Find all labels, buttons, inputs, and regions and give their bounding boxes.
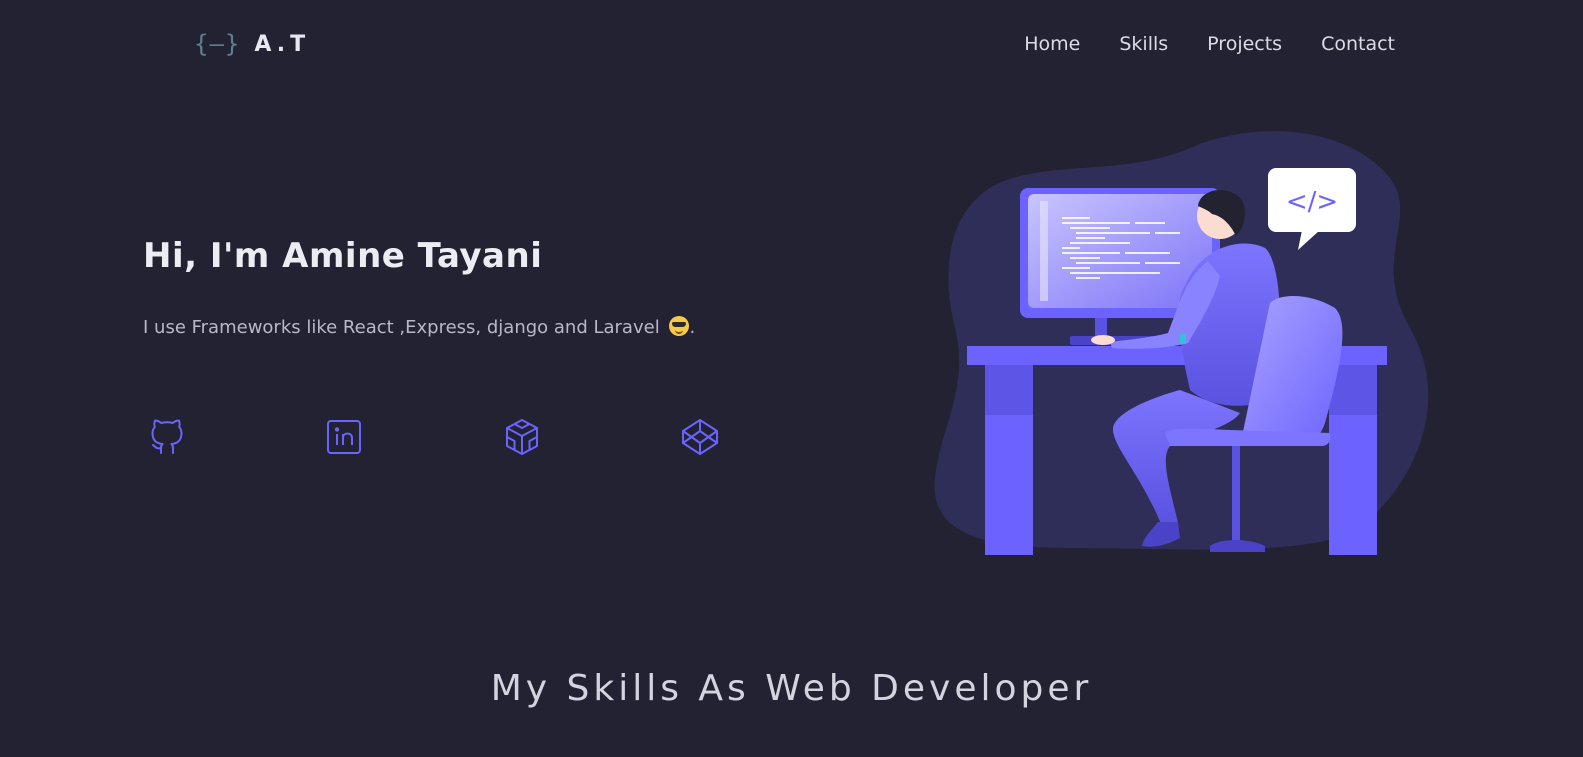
speech-bubble-text: </> — [1286, 187, 1338, 217]
nav-contact[interactable]: Contact — [1321, 33, 1395, 55]
linkedin-icon — [327, 420, 361, 454]
codesandbox-icon — [506, 419, 538, 455]
hero-subtitle-end: . — [689, 317, 696, 338]
linkedin-link[interactable] — [324, 417, 364, 457]
logo-mark: {–} — [194, 30, 241, 58]
hero-subtitle-text: I use Frameworks like React ,Express, dj… — [143, 317, 660, 338]
github-icon — [151, 419, 183, 454]
codesandbox-link[interactable] — [502, 417, 542, 457]
chair-stem — [1232, 446, 1240, 546]
social-links — [146, 417, 720, 457]
page: {–} A.T Home Skills Projects Contact Hi,… — [0, 0, 1583, 757]
github-link[interactable] — [146, 417, 186, 457]
hero-subtitle: I use Frameworks like React ,Express, dj… — [143, 316, 695, 338]
nav-home[interactable]: Home — [1024, 33, 1080, 55]
skills-section-title: My Skills As Web Developer — [490, 668, 1093, 709]
sunglasses-emoji-icon — [669, 316, 690, 336]
hero-title: Hi, I'm Amine Tayani — [143, 236, 543, 276]
codepen-link[interactable] — [680, 417, 720, 457]
nav-skills[interactable]: Skills — [1119, 33, 1168, 55]
main-nav: Home Skills Projects Contact — [1024, 33, 1395, 55]
codepen-icon — [682, 419, 718, 455]
logo[interactable]: {–} A.T — [194, 30, 310, 58]
nav-projects[interactable]: Projects — [1207, 33, 1282, 55]
developer-illustration: </> — [934, 131, 1429, 555]
logo-text: A.T — [254, 31, 311, 57]
